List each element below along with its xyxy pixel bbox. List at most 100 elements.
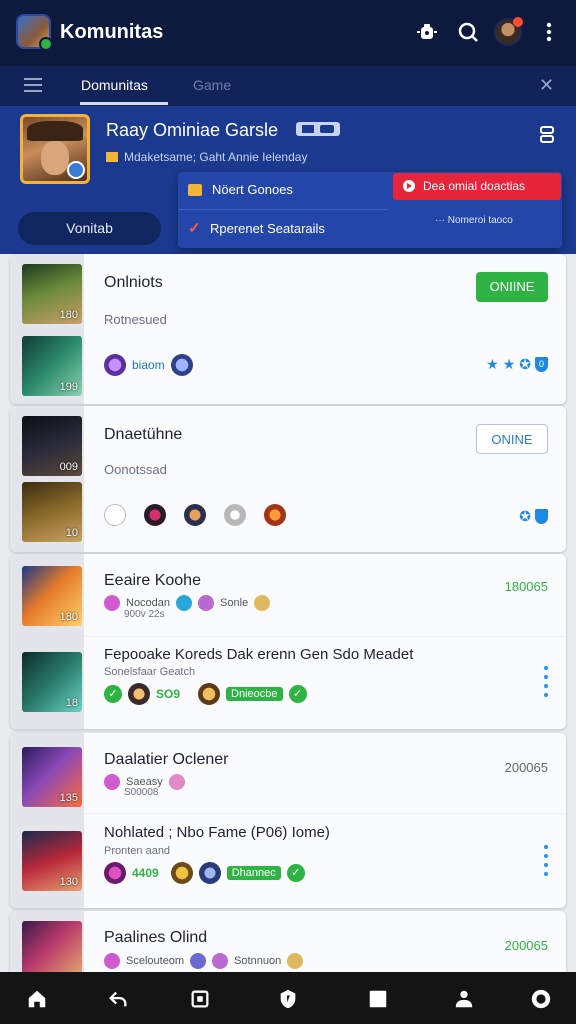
avatar[interactable]: [104, 595, 120, 611]
menu-item-2[interactable]: ✓ Rperenet Seatarails: [188, 219, 325, 237]
card-title: Onlniots: [104, 274, 163, 291]
notification-dot: [513, 17, 523, 27]
menu-item-1[interactable]: Nöert Gonoes: [188, 182, 293, 197]
star-icon: ✪: [519, 508, 531, 524]
avatar[interactable]: [176, 595, 193, 611]
tab-domunitas[interactable]: Domunitas: [81, 77, 148, 93]
more-vertical-icon[interactable]: [537, 20, 561, 44]
folder-icon: [106, 152, 118, 162]
shield-icon[interactable]: [277, 988, 299, 1010]
check-icon: ✓: [286, 864, 305, 882]
search-icon[interactable]: [456, 20, 480, 44]
card-subtitle: Rotnesued: [104, 312, 167, 327]
tab-bar: Domunitas Game ✕: [0, 66, 576, 106]
feed-card-4[interactable]: 135 130 Daalatier Oclener Saeasy S00008 …: [10, 733, 566, 908]
avatar[interactable]: [254, 595, 271, 611]
shield-count: 0: [535, 357, 548, 372]
profile-header: Raay Ominiae Garsle Mdaketsame; Gaht Ann…: [0, 106, 576, 254]
home-icon[interactable]: [26, 988, 48, 1010]
app-bar: Komunitas: [0, 0, 576, 66]
back-icon[interactable]: [107, 988, 129, 1010]
game-thumbnail[interactable]: 130: [22, 831, 82, 891]
feed-card-5[interactable]: Paalines Olind Scelouteom Sotnnuon 20006…: [10, 911, 566, 972]
avatar[interactable]: [104, 354, 126, 376]
more-vertical-icon[interactable]: [544, 666, 548, 702]
star-icon: ★: [486, 356, 499, 372]
avatar[interactable]: [198, 862, 221, 884]
game-thumbnail[interactable]: 180: [22, 566, 82, 626]
more-vertical-icon[interactable]: [544, 845, 548, 881]
game-thumbnail[interactable]: 180: [22, 264, 82, 324]
close-icon[interactable]: ✕: [539, 75, 554, 96]
avatar[interactable]: [104, 774, 120, 790]
folder-icon: [188, 184, 202, 196]
shield-icon: [535, 509, 548, 524]
row-meta: 4409 Dhannec ✓: [104, 862, 305, 884]
online-status-button[interactable]: ONIINE: [476, 272, 548, 302]
card-count: 200065: [504, 760, 548, 775]
game-thumbnail[interactable]: 10: [22, 482, 82, 542]
game-thumbnail[interactable]: [22, 921, 82, 972]
dropdown-menu: Nöert Gonoes ✓ Rperenet Seatarails Dea om…: [178, 172, 562, 248]
avatar[interactable]: [190, 953, 207, 969]
check-icon: ✓: [188, 220, 201, 237]
avatar[interactable]: [104, 862, 126, 884]
game-thumbnail[interactable]: 199: [22, 336, 82, 396]
row-title: Fepooake Koreds Dak erenn Gen Sdo Meadet: [104, 646, 414, 663]
card-title: Dnaetühne: [104, 426, 183, 443]
profile-name: Raay Ominiae Garsle: [106, 120, 279, 140]
star-icon: ★: [502, 356, 516, 372]
card-meta: Scelouteom Sotnnuon: [104, 950, 304, 972]
avatar[interactable]: [224, 504, 246, 526]
bottom-navigation: [0, 972, 576, 1024]
square-icon[interactable]: [189, 988, 211, 1010]
avatar[interactable]: [287, 953, 304, 969]
card-count: 200065: [504, 938, 548, 953]
card-title: Paalines Olind: [104, 929, 208, 946]
record-icon[interactable]: [530, 988, 552, 1010]
app-logo[interactable]: [16, 14, 53, 51]
row-subtitle: Pronten aand: [104, 845, 171, 857]
menu-icon[interactable]: [24, 78, 42, 92]
game-thumbnail[interactable]: 009: [22, 416, 82, 476]
stop-icon[interactable]: [367, 988, 389, 1010]
people-icon[interactable]: [453, 988, 475, 1010]
check-icon: ✓: [104, 685, 122, 703]
status-chip: Dhannec: [226, 866, 281, 880]
menu-divider: [178, 209, 388, 210]
avatar[interactable]: [264, 504, 286, 526]
feed-card-3[interactable]: 180 18 Eeaire Koohe Nocodan Sonle 900v 2…: [10, 554, 566, 729]
game-thumbnail[interactable]: 135: [22, 747, 82, 807]
bug-icon[interactable]: [415, 20, 439, 44]
avatar[interactable]: [184, 504, 206, 526]
avatar[interactable]: [170, 862, 193, 884]
online-status-button[interactable]: ONINE: [476, 424, 548, 454]
profile-action-button[interactable]: Vonitab: [18, 212, 161, 245]
avatar[interactable]: [170, 354, 193, 376]
online-dot: [39, 37, 53, 51]
avatar[interactable]: [198, 595, 215, 611]
row-meta: ✓ SO9 Dnieocbe ✓: [104, 683, 307, 705]
feed-card-1[interactable]: 180 199 Onlniots Rotnesued biaom ONIINE …: [10, 254, 566, 404]
red-action-button[interactable]: Dea omial doactias: [393, 173, 561, 200]
avatar[interactable]: [168, 774, 185, 790]
star-icon: ✪: [519, 356, 531, 372]
avatar[interactable]: [212, 953, 229, 969]
status-icon: [67, 161, 85, 179]
empty-avatar[interactable]: [104, 504, 126, 526]
tab-game[interactable]: Game: [193, 77, 231, 93]
avatar[interactable]: [144, 504, 166, 526]
profile-avatar[interactable]: [20, 114, 90, 184]
row-subtitle: Sonelsfaar Geatch: [104, 666, 196, 678]
tag-icon: [296, 122, 340, 136]
avatar[interactable]: [104, 953, 120, 969]
play-icon: [403, 180, 415, 192]
rating-badges: ★ ★ ✪ 0: [486, 356, 548, 373]
avatar[interactable]: [198, 683, 221, 705]
card-meta: biaom: [104, 354, 193, 376]
feed-card-2[interactable]: 009 10 Dnaetühne Oonotssad ONINE ✪: [10, 406, 566, 552]
user-avatar[interactable]: [494, 17, 523, 46]
game-thumbnail[interactable]: 18: [22, 652, 82, 712]
copy-icon[interactable]: [538, 126, 556, 144]
avatar[interactable]: [128, 683, 150, 705]
